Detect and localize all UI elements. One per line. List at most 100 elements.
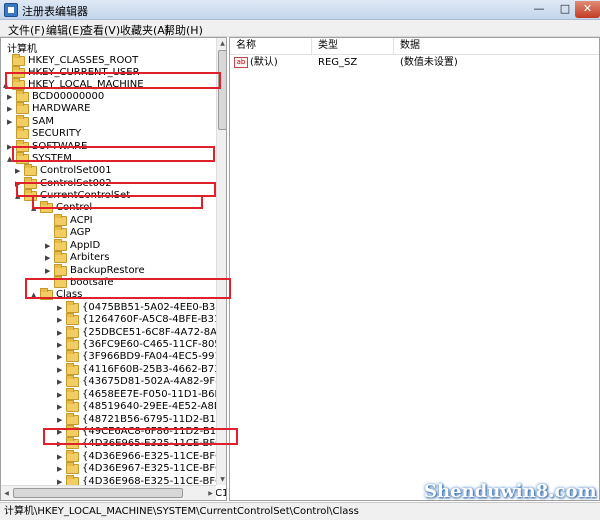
tree-node-label: {25DBCE51-6C8F-4A72-8A6D-B54C2 (82, 327, 226, 338)
tree-node-label: AppID (70, 240, 101, 251)
scroll-up-icon[interactable]: ▲ (217, 38, 226, 49)
collapsed-arrow-icon[interactable]: ▶ (57, 351, 65, 363)
menu-help[interactable]: 帮助(H) (164, 22, 203, 38)
tree-node-label: {36FC9E60-C465-11CF-8056-444553 (82, 339, 226, 350)
tree-node-label: {4658EE7E-F050-11D1-B6BD-00C04F (82, 389, 226, 400)
folder-icon (16, 102, 29, 114)
collapsed-arrow-icon[interactable]: ▶ (57, 339, 65, 351)
menu-favorites[interactable]: 收藏夹(A) (120, 22, 169, 38)
menu-view[interactable]: 查看(V) (82, 22, 120, 38)
collapsed-arrow-icon[interactable]: ▶ (57, 426, 65, 438)
expanded-arrow-icon[interactable]: ▲ (7, 153, 15, 165)
tree-node-label: {49CE6AC8-6F86-11D2-B1E5-0080C7 (82, 426, 226, 437)
collapsed-arrow-icon[interactable]: ▶ (7, 116, 15, 128)
hscroll-thumb[interactable] (13, 488, 183, 498)
title-bar: 注册表编辑器 — □ ✕ (0, 0, 600, 20)
folder-icon (66, 313, 79, 325)
tree-node-label: {4116F60B-25B3-4662-B732-99A611 (82, 364, 226, 375)
tree-node-label: SECURITY (32, 128, 82, 139)
column-header-type[interactable]: 类型 (312, 38, 394, 54)
column-header-name[interactable]: 名称 (230, 38, 312, 54)
collapsed-arrow-icon[interactable]: ▶ (7, 103, 15, 115)
registry-tree[interactable]: 计算机 HKEY_CLASSES_ROOT HKEY_CURRENT_USER ▲ H… (0, 37, 227, 501)
site-watermark: Shenduwin8.com (424, 481, 597, 502)
menu-file[interactable]: 文件(F) (8, 22, 45, 38)
collapsed-arrow-icon[interactable]: ▶ (57, 314, 65, 326)
collapsed-arrow-icon[interactable]: ▶ (57, 364, 65, 376)
folder-icon (66, 388, 79, 400)
folder-icon (40, 201, 53, 213)
collapsed-arrow-icon[interactable]: ▶ (57, 438, 65, 450)
tree-node-label: {0475BB51-5A02-4EE0-B36C-29040F (82, 302, 226, 313)
folder-icon (16, 90, 29, 102)
folder-icon (66, 338, 79, 350)
collapsed-arrow-icon[interactable]: ▶ (57, 327, 65, 339)
tree-node-label: bootsafe (70, 277, 114, 288)
collapsed-arrow-icon[interactable]: ▶ (57, 376, 65, 388)
folder-icon (24, 164, 37, 176)
collapsed-arrow-icon[interactable]: ▶ (57, 401, 65, 413)
collapsed-arrow-icon[interactable]: ▶ (45, 265, 53, 277)
tree-node-label: Class (56, 289, 83, 300)
folder-icon (24, 177, 37, 189)
tree-node-label: SAM (32, 116, 55, 127)
tree-node-label: {4D36E967-E325-11CE-BFC1-08002B (82, 463, 226, 474)
folder-icon (66, 425, 79, 437)
folder-icon (66, 437, 79, 449)
collapsed-arrow-icon[interactable]: ▶ (7, 141, 15, 153)
folder-icon (66, 301, 79, 313)
scroll-right-icon[interactable]: ▶ (205, 486, 216, 500)
minimize-button[interactable]: — (526, 1, 552, 18)
string-value-icon: ab (234, 57, 248, 68)
tree-node-label: ControlSet002 (40, 178, 112, 189)
expanded-arrow-icon[interactable]: ▲ (15, 190, 23, 202)
tree-node-label: {1264760F-A5C8-4BFE-B314-D56A7E (82, 314, 226, 325)
collapsed-arrow-icon[interactable]: ▶ (45, 252, 53, 264)
value-name: (默认) (250, 57, 278, 68)
tree-node-label: AGP (70, 227, 91, 238)
regedit-icon (4, 3, 18, 17)
scroll-thumb[interactable] (218, 50, 226, 130)
tree-node-label: {4D36E965-E325-11CE-BFC1-08002B (82, 438, 226, 449)
folder-icon (54, 239, 67, 251)
close-button[interactable]: ✕ (575, 1, 600, 18)
column-header-data[interactable]: 数据 (394, 38, 599, 54)
folder-icon (54, 276, 67, 288)
collapsed-arrow-icon[interactable]: ▶ (57, 389, 65, 401)
folder-icon (54, 214, 67, 226)
expanded-arrow-icon[interactable]: ▲ (31, 202, 39, 214)
collapsed-arrow-icon[interactable]: ▶ (57, 463, 65, 475)
tree-node-label: Arbiters (70, 252, 110, 263)
tree-root-computer[interactable]: 计算机 (7, 40, 37, 55)
tree-node-label: SOFTWARE (32, 141, 88, 152)
tree-node-label: {3F966BD9-FA04-4EC5-991C-D3269 (82, 351, 226, 362)
folder-icon (66, 363, 79, 375)
scroll-left-icon[interactable]: ◀ (1, 486, 12, 500)
collapsed-arrow-icon[interactable]: ▶ (7, 91, 15, 103)
tree-node-label: ControlSet001 (40, 165, 112, 176)
folder-icon (54, 226, 67, 238)
collapsed-arrow-icon[interactable]: ▶ (57, 414, 65, 426)
folder-icon (12, 66, 25, 78)
collapsed-arrow-icon[interactable]: ▶ (15, 165, 23, 177)
collapsed-arrow-icon[interactable]: ▶ (57, 302, 65, 314)
tree-node-label: {48721B56-6795-11D2-B1A8-0080C7 (82, 414, 226, 425)
expanded-arrow-icon[interactable]: ▲ (31, 289, 39, 301)
scroll-down-icon[interactable]: ▼ (217, 474, 226, 485)
tree-vertical-scrollbar[interactable]: ▲ ▼ (216, 38, 226, 485)
folder-icon (12, 54, 25, 66)
value-row[interactable]: ab (默认) REG_SZ (数值未设置) (230, 57, 599, 69)
tree-node-label: HKEY_LOCAL_MACHINE (28, 79, 144, 90)
collapsed-arrow-icon[interactable]: ▶ (15, 178, 23, 190)
folder-icon (66, 350, 79, 362)
collapsed-arrow-icon[interactable]: ▶ (57, 451, 65, 463)
tree-horizontal-scrollbar[interactable]: ◀ ▶ (1, 485, 216, 500)
collapsed-arrow-icon[interactable]: ▶ (45, 240, 53, 252)
expanded-arrow-icon[interactable]: ▲ (3, 79, 11, 91)
values-list[interactable]: 名称 类型 数据 ab (默认) REG_SZ (数值未设置) (229, 37, 600, 501)
tree-node-label: BackupRestore (70, 265, 145, 276)
tree-node-label: BCD00000000 (32, 91, 105, 102)
menu-edit[interactable]: 编辑(E) (46, 22, 84, 38)
tree-node-label: Control (56, 202, 93, 213)
folder-icon (66, 375, 79, 387)
